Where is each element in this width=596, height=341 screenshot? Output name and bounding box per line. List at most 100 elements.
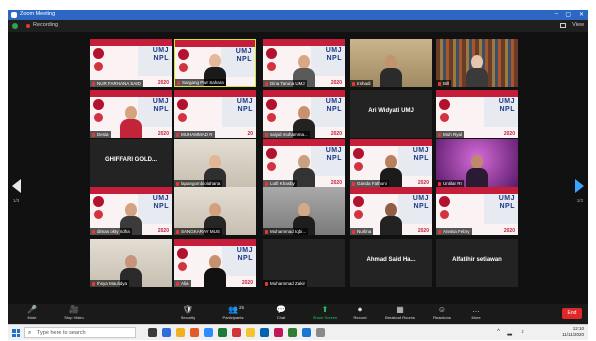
taskbar-app-icon[interactable] bbox=[246, 328, 255, 337]
windows-start-icon[interactable] bbox=[12, 329, 20, 337]
page-indicator-right: 1/3 bbox=[576, 198, 583, 203]
participant-tile[interactable]: UMJ NPL 2020 Lutfi Khasby bbox=[263, 139, 345, 187]
participant-tile[interactable]: Ihsya Maulidya bbox=[90, 239, 172, 287]
taskbar-app-icon[interactable] bbox=[218, 328, 227, 337]
breakout-rooms-label: Breakout Rooms bbox=[385, 315, 415, 320]
participant-tile[interactable]: UMJ NPL Sargang Pwr Sahara bbox=[174, 39, 256, 87]
participant-tile[interactable]: lapangombiolahana bbox=[174, 139, 256, 187]
participant-tile[interactable]: Irshadi bbox=[350, 39, 432, 87]
participant-name: Alia bbox=[181, 281, 189, 286]
taskbar-app-icon[interactable] bbox=[302, 328, 311, 337]
taskbar-app-icon[interactable] bbox=[288, 328, 297, 337]
participant-count-badge: 25 bbox=[239, 305, 245, 310]
muted-mic-icon bbox=[438, 132, 441, 137]
participant-video bbox=[380, 203, 402, 235]
participant-tile[interactable]: UMJ NPL 2020 Annisa Febry bbox=[436, 187, 518, 235]
participant-name-display: Ari Widyati UMJ bbox=[368, 108, 414, 114]
security-shield-icon[interactable] bbox=[12, 23, 18, 29]
volume-icon[interactable]: ♪ bbox=[521, 329, 524, 335]
gallery-view: 1/3 1/3 UMJ NPL 2020 NUR FARHANA SAID UMJ NPL… bbox=[8, 32, 588, 304]
participant-tile[interactable]: Ahmad Said Ha... bbox=[350, 239, 432, 287]
participant-tile[interactable]: UMJ NPL 2020 Muh Ryal bbox=[436, 90, 518, 138]
breakout-rooms-button[interactable]: ▦ Breakout Rooms bbox=[380, 305, 420, 321]
security-label: Security bbox=[180, 315, 196, 320]
share-screen-label: Share Screen bbox=[312, 315, 338, 320]
participant-name-label: Alia bbox=[174, 280, 191, 287]
taskbar-app-icon[interactable] bbox=[190, 328, 199, 337]
participant-tile[interactable]: GHIFFARI GOLD... bbox=[90, 139, 172, 187]
participant-tile[interactable]: UMJ NPL 2020 Nurlina bbox=[350, 187, 432, 235]
mute-button[interactable]: 🎤 Mute bbox=[12, 305, 52, 321]
network-icon[interactable]: ▂ bbox=[507, 329, 512, 336]
participant-name: Dina Taruna UMJ bbox=[270, 81, 305, 86]
participant-tile[interactable]: Ari Widyati UMJ bbox=[350, 90, 432, 138]
maximize-icon[interactable]: ▢ bbox=[565, 11, 571, 18]
taskbar-app-icon[interactable] bbox=[274, 328, 283, 337]
taskbar-app-icon[interactable] bbox=[232, 328, 241, 337]
page-indicator-left: 1/3 bbox=[13, 198, 20, 203]
participant-tile[interactable]: SANGKARAY MUS bbox=[174, 187, 256, 235]
participant-tile[interactable]: UMJ NPL 2020 Ganda Fathoni bbox=[350, 139, 432, 187]
taskbar-app-icon[interactable] bbox=[148, 328, 157, 337]
participant-tile[interactable]: Muhammad Iqbi... bbox=[263, 187, 345, 235]
muted-mic-icon bbox=[352, 229, 355, 234]
security-button[interactable]: 🛡 Security bbox=[168, 305, 208, 321]
banner-year: 2020 bbox=[330, 131, 342, 137]
record-icon: ⏺ bbox=[358, 305, 362, 314]
muted-mic-icon bbox=[265, 229, 268, 234]
share-screen-button[interactable]: ⬆ Share Screen bbox=[305, 305, 345, 321]
banner-year: 2020 bbox=[330, 180, 342, 186]
banner-year: 2020 bbox=[417, 228, 429, 234]
previous-page-arrow-icon[interactable] bbox=[12, 179, 21, 193]
participant-name: saiyid muhamma... bbox=[270, 132, 308, 137]
taskbar-app-icon[interactable] bbox=[260, 328, 269, 337]
taskbar-app-icon[interactable] bbox=[204, 328, 213, 337]
meeting-toolbar: End 🎤 Mute 🎥 Stop Video 🛡 Security 👥 25 Particip… bbox=[8, 304, 588, 324]
record-button[interactable]: ⏺ Record bbox=[340, 305, 380, 321]
participant-name-label: Muhammad Iqbi... bbox=[263, 228, 309, 235]
participant-name-label: Irshadi bbox=[350, 80, 373, 87]
participant-video bbox=[120, 106, 142, 138]
taskbar-search-box[interactable]: ⌕ Type here to search bbox=[24, 327, 136, 338]
participant-tile[interactable]: UMJ NPL 2020 dimas okty ridha bbox=[90, 187, 172, 235]
banner-year: 2020 bbox=[330, 80, 342, 86]
next-page-arrow-icon[interactable] bbox=[575, 179, 584, 193]
participant-name-label: Untilar RI bbox=[436, 180, 464, 187]
muted-mic-icon bbox=[438, 181, 441, 186]
banner-year: 2020 bbox=[157, 228, 169, 234]
participant-name-label: dimas okty ridha bbox=[90, 228, 132, 235]
chat-button[interactable]: 💬 Chat bbox=[261, 305, 301, 321]
participant-tile[interactable]: UMJ NPL 20 MUHAMMAD R bbox=[174, 90, 256, 138]
view-button[interactable]: View bbox=[572, 22, 584, 28]
stop-video-button[interactable]: 🎥 Stop Video bbox=[54, 305, 94, 321]
minimize-icon[interactable]: – bbox=[555, 11, 558, 17]
participant-tile[interactable]: Alfatihir setiawan bbox=[436, 239, 518, 287]
participant-name: Ihsya Maulidya bbox=[97, 281, 128, 286]
chevron-up-icon[interactable]: ^ bbox=[497, 329, 500, 335]
participant-video bbox=[380, 55, 402, 87]
clock[interactable]: 12:10 11/11/2020 bbox=[562, 326, 584, 338]
muted-mic-icon bbox=[92, 229, 95, 234]
end-meeting-button[interactable]: End bbox=[562, 308, 582, 319]
banner-year: 2020 bbox=[157, 80, 169, 86]
participant-tile[interactable]: Untilar RI bbox=[436, 139, 518, 187]
participant-name-label: Annisa Febry bbox=[436, 228, 472, 235]
participant-tile[interactable]: Bill bbox=[436, 39, 518, 87]
participant-tile[interactable]: UMJ NPL 2020 Dina Taruna UMJ bbox=[263, 39, 345, 87]
taskbar-app-icon[interactable] bbox=[176, 328, 185, 337]
participant-tile[interactable]: UMJ NPL 2020 Alia bbox=[174, 239, 256, 287]
more-button[interactable]: … More bbox=[456, 305, 496, 321]
participant-name-label: Dina Taruna UMJ bbox=[263, 80, 307, 87]
taskbar-app-icon[interactable] bbox=[162, 328, 171, 337]
view-icon[interactable] bbox=[560, 23, 566, 28]
chat-icon: 💬 bbox=[276, 305, 286, 314]
taskbar-app-icon[interactable] bbox=[316, 328, 325, 337]
muted-mic-icon bbox=[92, 81, 95, 86]
participant-tile[interactable]: UMJ NPL 2020 NUR FARHANA SAID bbox=[90, 39, 172, 87]
close-icon[interactable]: ✕ bbox=[579, 11, 584, 18]
participant-name-label: lapangombiolahana bbox=[174, 180, 223, 187]
participant-tile[interactable]: UMJ NPL 2020 Desia bbox=[90, 90, 172, 138]
participants-button[interactable]: 👥 25 Participants bbox=[213, 305, 253, 321]
participant-tile[interactable]: Muhammad Zakir bbox=[263, 239, 345, 287]
participant-tile[interactable]: UMJ NPL 2020 saiyid muhamma... bbox=[263, 90, 345, 138]
